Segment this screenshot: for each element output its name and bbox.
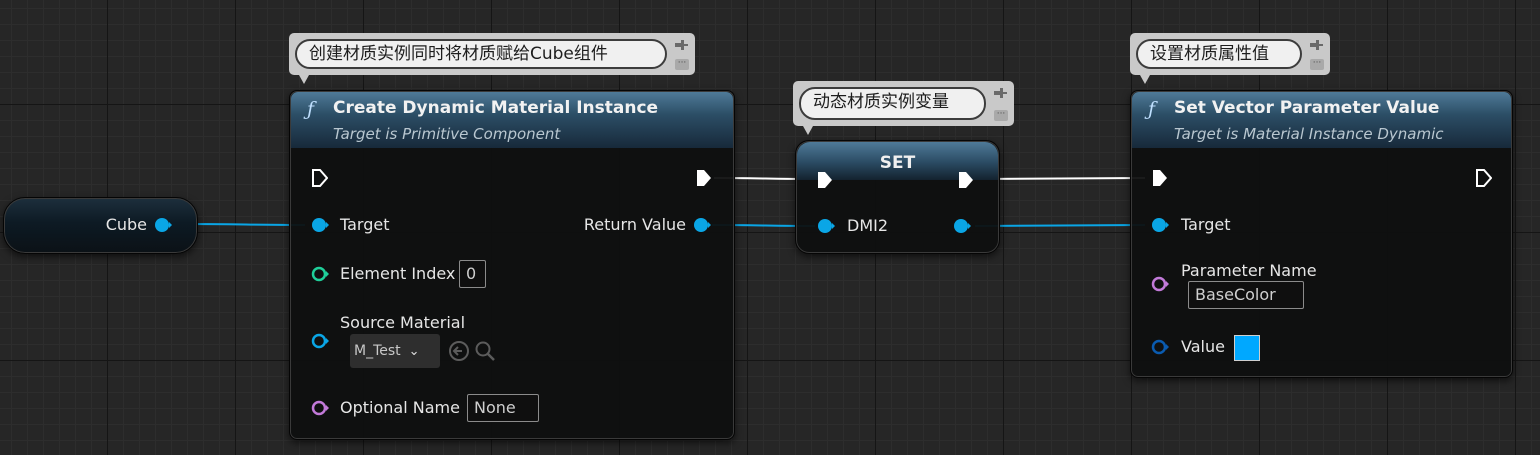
source-material-label: Source Material [340,313,466,332]
set-vector-parameter-value-node[interactable]: ƒ Set Vector Parameter Value Target is M… [1130,90,1513,378]
node-subtitle: Target is Material Instance Dynamic [1174,125,1444,143]
value-label: Value [1181,337,1225,356]
comment-set-material-param[interactable]: 设置材质属性值 ··· [1130,33,1330,84]
create-dynamic-material-instance-node[interactable]: ƒ Create Dynamic Material Instance Targe… [289,90,735,440]
parameter-name-label: Parameter Name [1181,261,1317,280]
chevron-down-icon: ⌄ [408,344,420,359]
comment-text: 设置材质属性值 [1136,39,1302,69]
pin-comment-icon[interactable] [992,86,1008,100]
exec-input-pin-icon[interactable] [1152,169,1168,187]
search-icon[interactable] [474,340,496,362]
comment-create-material[interactable]: 创建材质实例同时将材质赋给Cube组件 ··· [289,33,695,84]
node-title: Create Dynamic Material Instance [333,98,659,118]
exec-output-pin-icon[interactable] [958,171,974,189]
more-icon[interactable]: ··· [994,110,1008,121]
wire-exec-set-to-param [975,177,1146,180]
variable-label: DMI2 [847,216,889,235]
comment-dynamic-variable[interactable]: 动态材质实例变量 ··· [793,81,1014,135]
wire-dmi2-to-target [974,224,1146,227]
parameter-name-input[interactable]: BaseColor [1188,281,1304,309]
cube-variable-node[interactable]: Cube [3,197,198,254]
element-index-pin-icon[interactable] [311,266,329,282]
function-icon: ƒ [1148,98,1156,120]
object-pin-output[interactable] [154,217,172,233]
exec-output-pin-icon[interactable] [1476,169,1492,187]
element-index-input[interactable]: 0 [459,260,486,288]
optional-name-input[interactable]: None [467,394,539,422]
set-variable-node[interactable]: SET DMI2 [795,140,1000,254]
node-header: ƒ Create Dynamic Material Instance Targe… [291,92,733,148]
exec-input-pin-icon[interactable] [312,169,328,187]
more-icon[interactable]: ··· [1310,59,1324,70]
exec-input-pin-icon[interactable] [817,171,833,189]
node-title: Set Vector Parameter Value [1174,98,1440,118]
node-title: SET [879,153,916,173]
node-header: ƒ Set Vector Parameter Value Target is M… [1132,92,1511,148]
target-pin-icon[interactable] [1151,217,1169,233]
exec-output-pin-icon[interactable] [696,169,712,187]
return-value-label: Return Value [583,215,686,234]
value-pin-icon[interactable] [1151,339,1169,355]
function-icon: ƒ [307,98,315,120]
source-material-pin-icon[interactable] [311,333,329,349]
source-material-value: M_Test [354,343,401,359]
comment-text: 创建材质实例同时将材质赋给Cube组件 [295,39,667,69]
node-subtitle: Target is Primitive Component [333,125,561,143]
source-material-dropdown[interactable]: M_Test ⌄ [350,334,440,368]
target-pin-icon[interactable] [311,217,329,233]
pin-comment-icon[interactable] [1308,38,1324,52]
optional-name-label: Optional Name [340,398,460,417]
pin-comment-icon[interactable] [673,38,689,52]
element-index-label: Element Index [340,264,456,283]
comment-text: 动态材质实例变量 [799,87,986,120]
target-label: Target [1181,215,1231,234]
more-icon[interactable]: ··· [675,59,689,70]
value-color-swatch[interactable] [1234,335,1260,361]
optional-name-pin-icon[interactable] [311,400,329,416]
parameter-name-pin-icon[interactable] [1151,276,1169,292]
dmi2-output-pin-icon[interactable] [953,218,971,234]
return-value-pin-icon[interactable] [693,217,711,233]
target-label: Target [340,215,390,234]
dmi2-input-pin-icon[interactable] [817,218,835,234]
variable-name: Cube [105,215,147,234]
use-selected-asset-icon[interactable] [448,340,470,362]
